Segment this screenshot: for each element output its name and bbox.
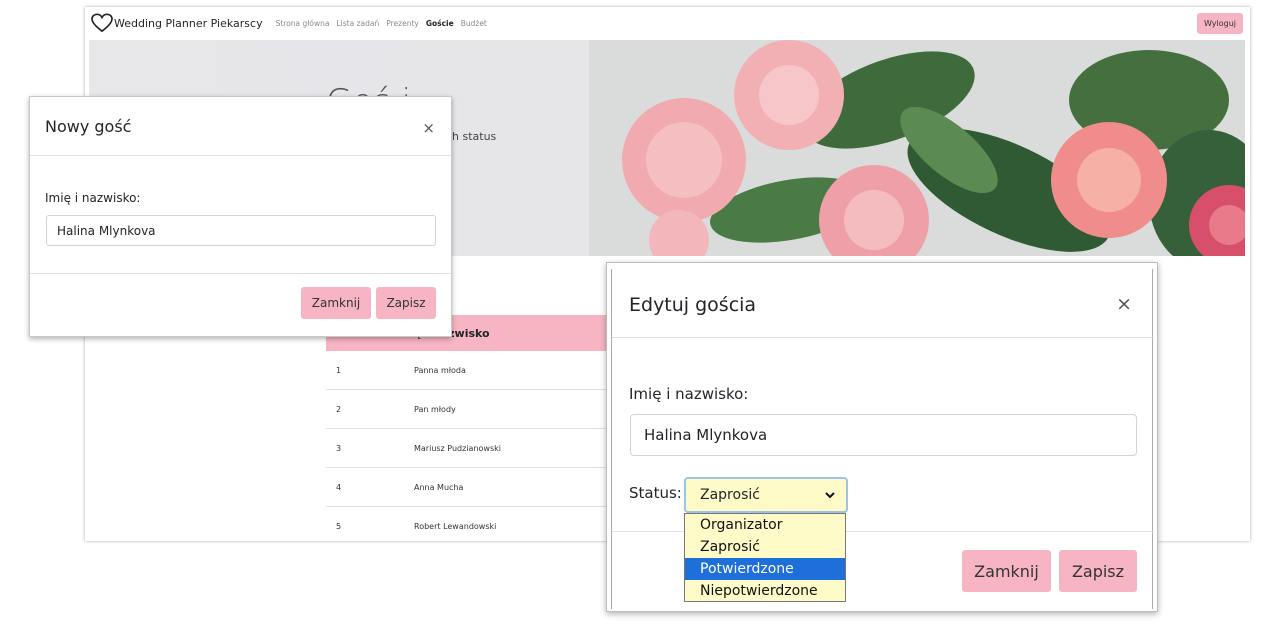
hero-subtitle: h status [452, 130, 497, 143]
modal-header: Nowy gość × [30, 97, 451, 156]
roses-image [589, 40, 1245, 256]
brand-name: Wedding Planner Piekarscy [114, 16, 263, 30]
nav-link-home[interactable]: Strona główna [276, 19, 330, 28]
status-label: Status: [629, 484, 682, 502]
row-name: Panna młoda [414, 365, 466, 375]
name-input[interactable]: Halina Mlynkova [630, 414, 1137, 456]
close-icon[interactable]: × [422, 119, 435, 137]
table-row: 2 Pan młody [326, 390, 616, 429]
status-select[interactable]: Zaprosić [684, 477, 848, 513]
modal-header: Edytuj gościa × [612, 263, 1154, 338]
nav-link-tasks[interactable]: Lista zadań [336, 19, 379, 28]
save-button[interactable]: Zapisz [1059, 550, 1137, 592]
status-option-organizer[interactable]: Organizator [685, 514, 845, 536]
status-option-confirmed[interactable]: Potwierdzone [685, 558, 845, 580]
row-name: Robert Lewandowski [414, 521, 497, 531]
modal-title: Nowy gość [45, 117, 132, 136]
modal-title: Edytuj gościa [629, 294, 757, 316]
name-input[interactable]: Halina Mlynkova [46, 215, 436, 246]
name-label: Imię i nazwisko: [45, 191, 141, 205]
chevron-down-icon [825, 492, 835, 499]
heart-outline-icon [91, 13, 113, 33]
status-selected-value: Zaprosić [700, 487, 760, 503]
row-name: Anna Mucha [414, 482, 464, 492]
row-name: Pan młody [414, 404, 456, 414]
close-button[interactable]: Zamknij [301, 287, 371, 319]
status-option-unconfirmed[interactable]: Niepotwierdzone [685, 580, 845, 602]
guests-table: ę i nazwisko 1 Panna młoda 2 Pan młody 3… [326, 315, 616, 541]
status-option-invite[interactable]: Zaprosić [685, 536, 845, 558]
row-name: Mariusz Pudzianowski [414, 443, 501, 453]
nav-links: Strona główna Lista zadań Prezenty Gości… [269, 19, 487, 28]
table-row: 1 Panna młoda [326, 351, 616, 390]
navbar: Wedding Planner Piekarscy Strona główna … [85, 7, 1250, 39]
row-no: 2 [336, 404, 342, 414]
table-row: 4 Anna Mucha [326, 468, 616, 507]
brand[interactable]: Wedding Planner Piekarscy [91, 13, 263, 33]
table-row: 5 Robert Lewandowski [326, 507, 616, 541]
close-button[interactable]: Zamknij [962, 550, 1051, 592]
table-row: 3 Mariusz Pudzianowski [326, 429, 616, 468]
status-dropdown-list: Organizator Zaprosić Potwierdzone Niepot… [684, 513, 846, 602]
nav-link-budget[interactable]: Budżet [461, 19, 487, 28]
row-no: 3 [336, 443, 342, 453]
nav-link-gifts[interactable]: Prezenty [386, 19, 419, 28]
row-no: 5 [336, 521, 342, 531]
new-guest-modal: Nowy gość × Imię i nazwisko: Halina Mlyn… [29, 96, 452, 337]
close-icon[interactable]: × [1116, 293, 1132, 315]
row-no: 1 [336, 365, 342, 375]
nav-link-guests[interactable]: Goście [426, 19, 454, 28]
row-no: 4 [336, 482, 342, 492]
logout-button[interactable]: Wyloguj [1197, 13, 1243, 34]
save-button[interactable]: Zapisz [376, 287, 436, 319]
name-label: Imię i nazwisko: [629, 385, 749, 403]
